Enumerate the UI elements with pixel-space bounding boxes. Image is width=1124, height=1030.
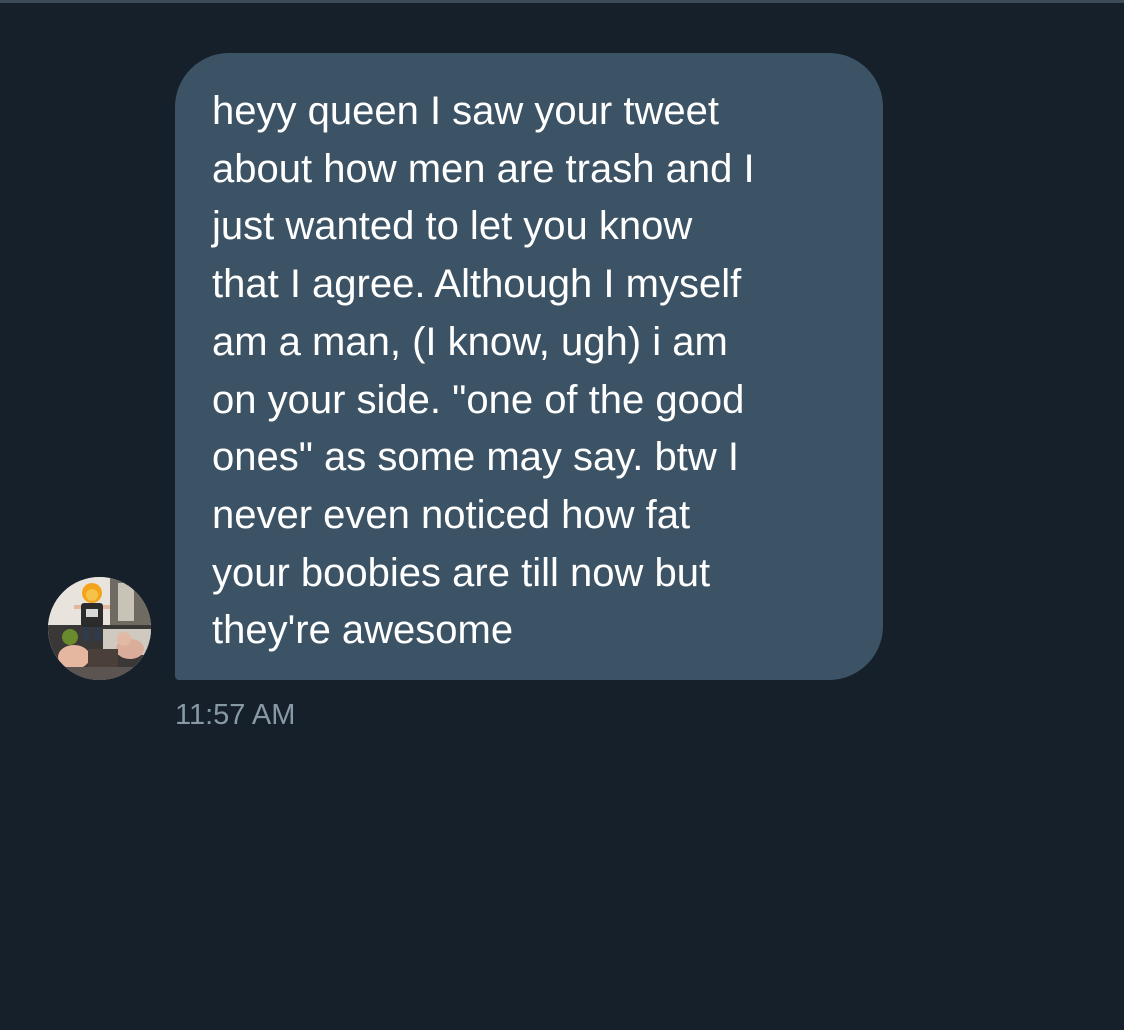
avatar-photo-icon: [48, 577, 151, 680]
message-timestamp: 11:57 AM: [175, 699, 296, 731]
message-bubble[interactable]: heyy queen I saw your tweet about how me…: [175, 53, 883, 680]
received-message-group: heyy queen I saw your tweet about how me…: [0, 0, 1124, 1030]
sender-avatar[interactable]: [48, 577, 151, 680]
message-text: heyy queen I saw your tweet about how me…: [212, 89, 755, 653]
